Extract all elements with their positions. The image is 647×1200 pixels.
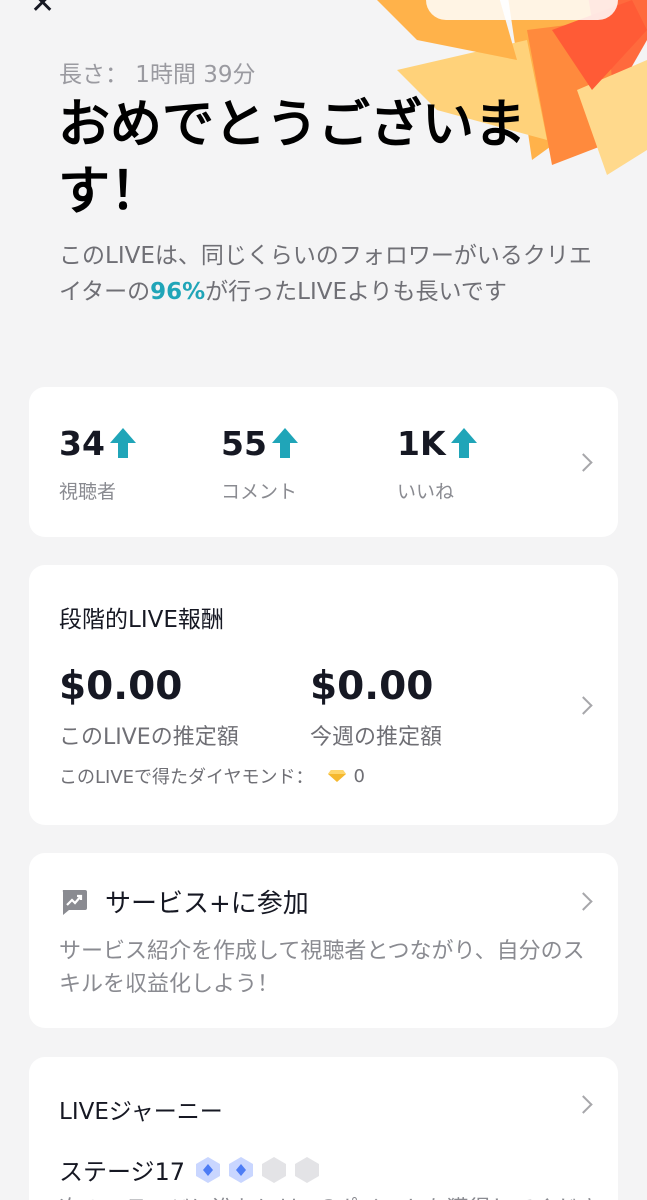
stage-point-empty-icon (262, 1156, 287, 1183)
this-live-amount: $0.00 (59, 664, 183, 709)
live-journey-card[interactable]: LIVEジャーニー ステージ17 次のステージに進むには、3ポイントを獲得してく… (29, 1057, 621, 1200)
stage-row: ステージ17 (59, 1152, 327, 1187)
chevron-right-icon[interactable] (574, 1095, 593, 1114)
diamonds-label: このLIVEで得たダイヤモンド： (59, 767, 314, 788)
week-amount: $0.00 (310, 664, 434, 709)
service-plus-card[interactable]: サービス+に参加 サービス紹介を作成して視聴者とつながり、自分のスキルを収益化し… (29, 853, 618, 1028)
stat-comments: 55 コメント (221, 423, 300, 504)
arrow-up-icon (109, 428, 136, 458)
chart-bubble-icon (62, 889, 87, 915)
week-label: 今週の推定額 (310, 725, 443, 750)
stage-point-filled-icon (229, 1156, 254, 1183)
arrow-up-icon (450, 428, 477, 458)
chevron-right-icon[interactable] (574, 453, 593, 472)
stat-viewers: 34 視聴者 (59, 423, 138, 504)
live-reward-card[interactable]: 段階的LIVE報酬 $0.00 このLIVEの推定額 $0.00 今週の推定額 … (29, 565, 618, 825)
stage-label: ステージ17 (59, 1158, 186, 1186)
this-live-label: このLIVEの推定額 (59, 725, 239, 750)
service-title: サービス+に参加 (105, 889, 309, 919)
percentile-highlight: 96% (150, 279, 206, 305)
stage-point-filled-icon (196, 1156, 221, 1183)
reward-title: 段階的LIVE報酬 (59, 607, 224, 633)
close-icon[interactable]: ✕ (30, 0, 55, 21)
arrow-up-icon (271, 428, 298, 458)
stats-card[interactable]: 34 視聴者 55 コメント 1K いいね (29, 387, 618, 537)
diamond-icon (328, 770, 347, 782)
stat-label: 視聴者 (59, 481, 117, 503)
stat-value: 55 (221, 423, 267, 463)
week-estimate: $0.00 今週の推定額 (310, 665, 442, 751)
service-description: サービス紹介を作成して視聴者とつながり、自分のスキルを収益化しよう！ (59, 939, 585, 997)
stat-value: 34 (59, 423, 105, 463)
stat-label: コメント (221, 481, 298, 503)
desc-text-after: が行ったLIVEよりも長いです (205, 279, 507, 305)
stat-label: いいね (397, 481, 455, 503)
journey-title: LIVEジャーニー (59, 1099, 223, 1125)
top-action-pill[interactable] (426, 0, 618, 20)
this-live-estimate: $0.00 このLIVEの推定額 (59, 665, 239, 751)
stat-value: 1K (397, 423, 446, 463)
stage-progress-text: 次のステージに進むには、3ポイントを獲得してください (59, 1191, 621, 1200)
diamonds-line: このLIVEで得たダイヤモンド： 0 (59, 763, 365, 789)
live-comparison-text: このLIVEは、同じくらいのフォロワーがいるクリエイターの96%が行ったLIVE… (59, 238, 599, 310)
stat-likes: 1K いいね (397, 423, 479, 504)
live-duration: 長さ： 1時間 39分 (59, 62, 256, 88)
page-title: おめでとうございます！ (58, 95, 527, 222)
diamonds-value: 0 (353, 765, 365, 787)
stage-point-empty-icon (295, 1156, 320, 1183)
chevron-right-icon[interactable] (574, 696, 593, 715)
chevron-right-icon[interactable] (574, 892, 593, 911)
